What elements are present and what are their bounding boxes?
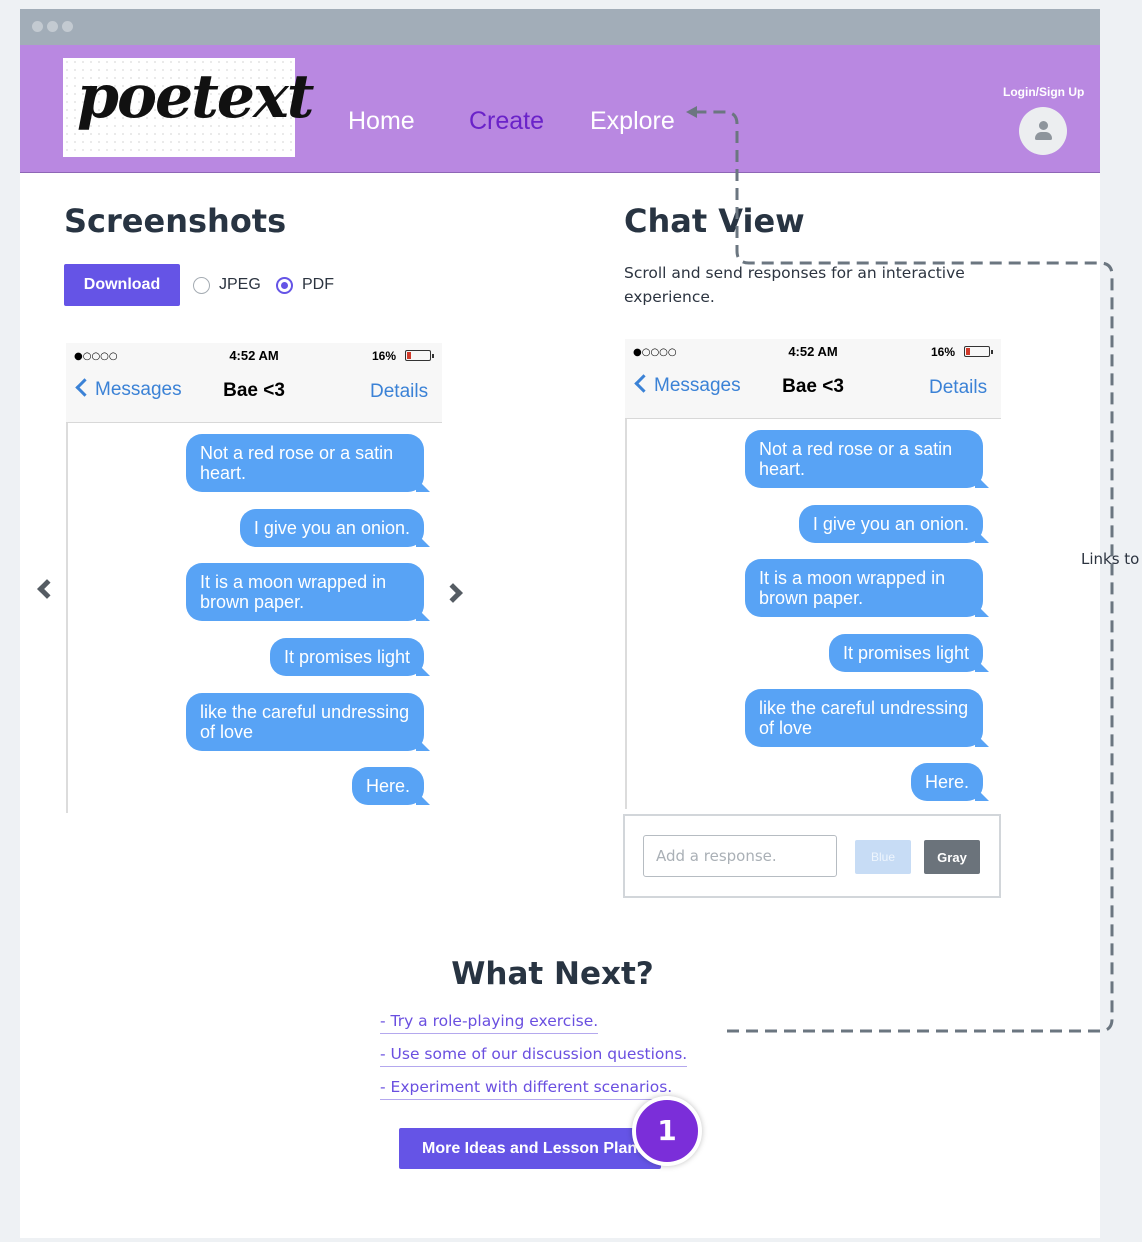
annotation-note: Links to: [1081, 550, 1140, 568]
annotation-connector: [686, 106, 1114, 1033]
